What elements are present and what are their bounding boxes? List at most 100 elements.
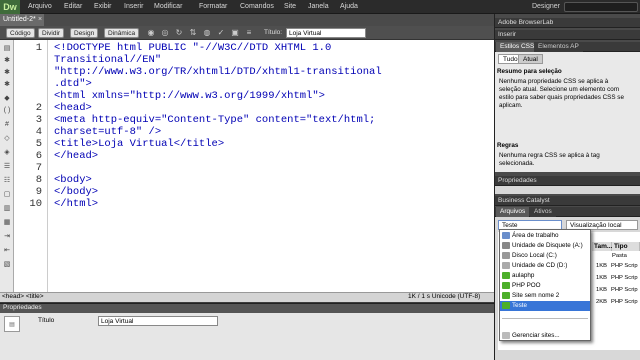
- site-folder-icon: [502, 292, 510, 299]
- summary-title: Resumo para seleção: [497, 68, 562, 75]
- document-icon: ▤: [4, 316, 20, 332]
- file-type-cell: PHP Scrip: [611, 299, 638, 305]
- dropdown-item-local-disk[interactable]: Disco Local (C:): [500, 251, 590, 261]
- line-number: 8: [35, 174, 42, 186]
- rules-text: Nenhuma regra CSS se aplica à tag: [499, 152, 600, 159]
- code-line: <meta http-equiv="Content-Type" content=…: [54, 114, 376, 126]
- line-number: 3: [35, 114, 42, 126]
- menu-ajuda[interactable]: Ajuda: [340, 0, 358, 14]
- syntax-error-icon[interactable]: ◈: [2, 148, 12, 157]
- title-label: Título:: [264, 29, 283, 36]
- browserlab-panel-header[interactable]: Adobe BrowserLab: [495, 18, 640, 28]
- dreamweaver-logo: Dw: [0, 0, 20, 14]
- apply-comment-icon[interactable]: ☰: [2, 162, 12, 171]
- split-view-button[interactable]: Dividir: [38, 28, 65, 38]
- workspace-switcher[interactable]: Designer: [510, 2, 560, 12]
- select-parent-tag-icon[interactable]: ◆: [2, 94, 12, 103]
- indent-icon[interactable]: ⇥: [2, 232, 12, 241]
- line-number: 9: [35, 186, 42, 198]
- tag-selector[interactable]: <head> <title>: [2, 292, 44, 302]
- search-input[interactable]: [564, 2, 638, 12]
- menu-modificar[interactable]: Modificar: [154, 0, 182, 14]
- dropdown-item-php-poo[interactable]: PHP POO: [500, 281, 590, 291]
- status-info: 1K / 1 s Unicode (UTF-8): [408, 293, 481, 300]
- close-icon[interactable]: ×: [38, 14, 46, 26]
- highlight-invalid-icon[interactable]: ◇: [2, 134, 12, 143]
- code-line: "http://www.w3.org/TR/xhtml1/DTD/xhtml1-…: [54, 66, 382, 78]
- menu-formatar[interactable]: Formatar: [199, 0, 227, 14]
- site-folder-icon: [502, 272, 510, 279]
- title-input[interactable]: Loja Virtual: [286, 28, 366, 38]
- code-line: charset=utf-8" />: [54, 126, 162, 138]
- file-size-cell: 1KB: [596, 275, 607, 281]
- code-line: <body>: [54, 174, 92, 186]
- menu-arquivo[interactable]: Arquivo: [28, 0, 52, 14]
- line-number: 1: [35, 42, 42, 54]
- options-icon[interactable]: ≡: [244, 28, 254, 38]
- preview-icon[interactable]: ◎: [160, 28, 170, 38]
- expand-all-icon[interactable]: ✱: [2, 80, 12, 89]
- browser-preview-icon[interactable]: ◍: [202, 28, 212, 38]
- refresh-icon[interactable]: ↻: [174, 28, 184, 38]
- file-type-cell: PHP Scrip: [611, 263, 638, 269]
- tab-assets[interactable]: Ativos: [530, 207, 556, 217]
- design-view-button[interactable]: Design: [70, 28, 99, 38]
- tab-ap-elements[interactable]: Elementos AP: [534, 42, 583, 52]
- tab-css-styles[interactable]: Estilos CSS: [496, 42, 539, 52]
- move-css-icon[interactable]: ▦: [2, 218, 12, 227]
- format-source-icon[interactable]: ▧: [2, 260, 12, 269]
- file-size-cell: 1KB: [596, 263, 607, 269]
- properties-panel: [0, 313, 494, 360]
- insert-panel-header[interactable]: Inserir: [495, 30, 640, 40]
- code-line: <!DOCTYPE html PUBLIC "-//W3C//DTD XHTML…: [54, 42, 332, 54]
- visual-aids-icon[interactable]: ▣: [230, 28, 240, 38]
- wrap-tag-icon[interactable]: ▢: [2, 190, 12, 199]
- properties-panel-header[interactable]: [0, 303, 494, 313]
- line-number: 5: [35, 138, 42, 150]
- dropdown-item-cd[interactable]: Unidade de CD (D:): [500, 261, 590, 271]
- tab-files[interactable]: Arquivos: [496, 207, 530, 217]
- check-icon[interactable]: ✓: [216, 28, 226, 38]
- outdent-icon[interactable]: ⇤: [2, 246, 12, 255]
- file-management-icon[interactable]: ⇅: [188, 28, 198, 38]
- line-number: 10: [29, 198, 42, 210]
- menu-exibir[interactable]: Exibir: [94, 0, 112, 14]
- code-line: <head>: [54, 102, 92, 114]
- dropdown-item-floppy[interactable]: Unidade de Disquete (A:): [500, 241, 590, 251]
- css-properties-header[interactable]: Propriedades: [495, 176, 640, 186]
- properties-title-input[interactable]: Loja Virtual: [98, 316, 218, 326]
- open-documents-icon[interactable]: ▤: [2, 44, 12, 53]
- code-view-button[interactable]: Código: [6, 28, 35, 38]
- menu-site[interactable]: Site: [284, 0, 296, 14]
- business-catalyst-header[interactable]: Business Catalyst: [495, 196, 640, 206]
- dropdown-item-site-sem-nome-2[interactable]: Site sem nome 2: [500, 291, 590, 301]
- live-view-button[interactable]: Dinâmica: [104, 28, 140, 38]
- recent-snippets-icon[interactable]: ▥: [2, 204, 12, 213]
- column-size[interactable]: Tam...: [592, 242, 612, 251]
- column-type[interactable]: Tipo: [612, 242, 640, 251]
- collapse-selection-icon[interactable]: ✱: [2, 68, 12, 77]
- inspect-icon[interactable]: ◉: [146, 28, 156, 38]
- rules-text: selecionada.: [499, 160, 535, 167]
- rules-title: Regras: [497, 142, 519, 149]
- dropdown-item-desktop[interactable]: Área de trabalho: [500, 231, 590, 241]
- menu-inserir[interactable]: Inserir: [124, 0, 143, 14]
- line-numbers-icon[interactable]: #: [2, 120, 12, 129]
- tab-css-current[interactable]: Atual: [518, 54, 543, 64]
- manage-sites-icon: [502, 332, 510, 339]
- code-line: .dtd">: [54, 78, 92, 90]
- remove-comment-icon[interactable]: ☷: [2, 176, 12, 185]
- menu-editar[interactable]: Editar: [64, 0, 82, 14]
- summary-text: seleção atual. Selecione um elemento com: [499, 86, 620, 93]
- menu-comandos[interactable]: Comandos: [240, 0, 274, 14]
- code-line: </html>: [54, 198, 99, 210]
- code-line: </body>: [54, 186, 99, 198]
- dropdown-separator: [502, 318, 588, 319]
- balance-braces-icon[interactable]: ( ): [2, 106, 12, 115]
- dropdown-item-aulaphp[interactable]: aulaphp: [500, 271, 590, 281]
- dropdown-item-manage-sites[interactable]: Gerenciar sites...: [500, 331, 590, 341]
- dropdown-item-teste[interactable]: Teste: [500, 301, 590, 311]
- menu-janela[interactable]: Janela: [308, 0, 329, 14]
- code-line: </head>: [54, 150, 99, 162]
- collapse-tag-icon[interactable]: ✱: [2, 56, 12, 65]
